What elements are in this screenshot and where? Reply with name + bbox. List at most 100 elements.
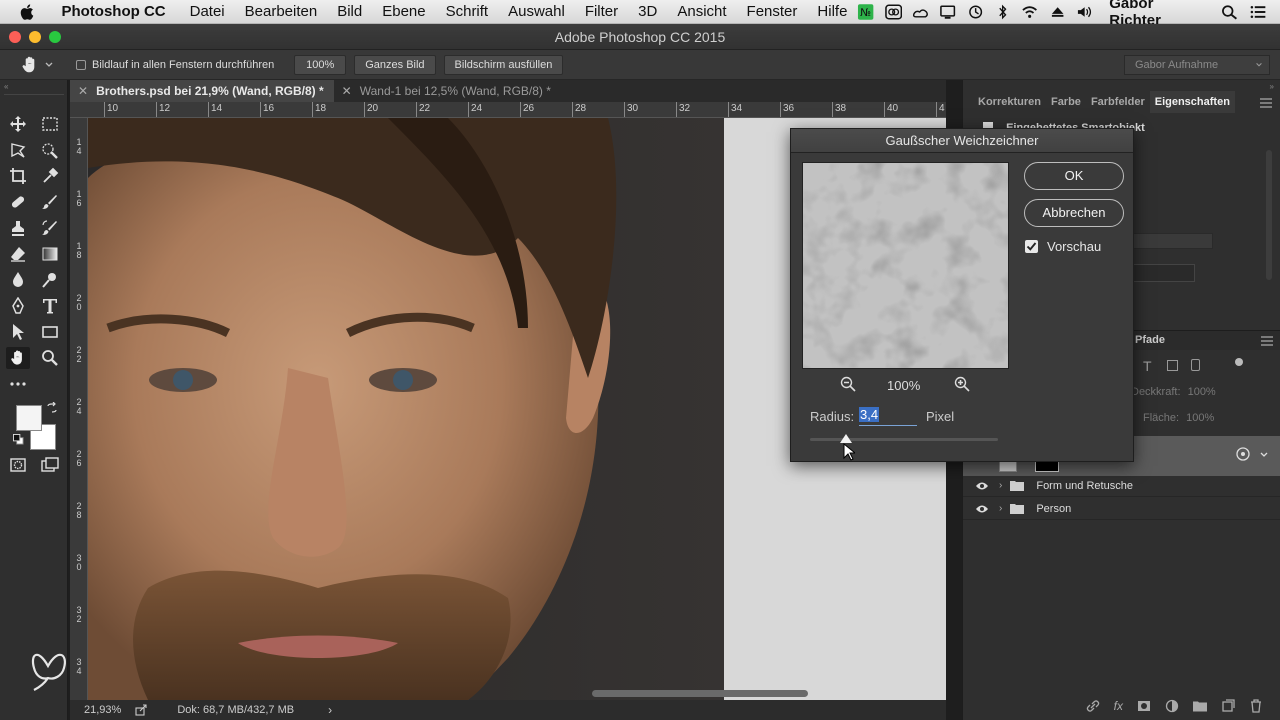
app-menu[interactable]: Photoshop CC [51,3,179,20]
hand-tool-preset-icon[interactable] [20,55,40,75]
menu-datei[interactable]: Datei [180,3,235,20]
properties-scrollbar[interactable] [1266,150,1272,280]
history-brush-tool[interactable] [38,217,62,239]
zoom-level[interactable]: 21,93% [84,704,121,716]
quick-selection-tool[interactable] [38,139,62,161]
menu-schrift[interactable]: Schrift [436,3,499,20]
eye-icon[interactable] [975,481,989,491]
workspace-select[interactable]: Gabor Aufnahme [1124,55,1270,75]
close-tab-icon[interactable]: ✕ [342,84,352,98]
path-selection-tool[interactable] [6,321,30,343]
close-window-button[interactable] [9,31,21,43]
marquee-tool[interactable] [38,113,62,135]
doctab-wand[interactable]: ✕ Wand-1 bei 12,5% (Wand, RGB/8) * [334,80,561,102]
eject-icon[interactable] [1049,4,1066,20]
tab-eigenschaften[interactable]: Eigenschaften [1149,91,1235,113]
tab-farbe[interactable]: Farbe [1046,96,1086,108]
tab-pfade[interactable]: Pfade [1135,334,1165,346]
trash-icon[interactable] [1249,699,1263,713]
radius-input[interactable]: 3,4 [859,406,917,426]
tab-korrekturen[interactable]: Korrekturen [973,96,1046,108]
preview-checkbox[interactable] [1025,240,1038,253]
collapse-panels-icon[interactable]: » [1270,82,1274,91]
menu-hilfe[interactable]: Hilfe [807,3,857,20]
bluetooth-icon[interactable] [994,4,1011,20]
pen-tool[interactable] [6,295,30,317]
edit-toolbar-button[interactable] [6,373,30,395]
menu-fenster[interactable]: Fenster [737,3,808,20]
tab-farbfelder[interactable]: Farbfelder [1086,96,1150,108]
menu-bild[interactable]: Bild [327,3,372,20]
creative-cloud-icon[interactable] [884,3,902,20]
time-machine-icon[interactable] [967,4,984,20]
quick-mask-button[interactable] [6,454,30,476]
clone-stamp-tool[interactable] [6,217,30,239]
swap-colors-icon[interactable] [46,402,58,414]
volume-icon[interactable] [1076,4,1093,20]
notification-center-icon[interactable] [1249,4,1266,20]
chevron-down-icon[interactable] [1259,450,1269,460]
expand-group-icon[interactable]: › [999,503,1002,514]
zoom-tool[interactable] [38,347,62,369]
menu-ansicht[interactable]: Ansicht [667,3,736,20]
filter-toggle-icon[interactable] [1235,358,1243,366]
cancel-button[interactable]: Abbrechen [1024,199,1124,227]
ok-button[interactable]: OK [1024,162,1124,190]
share-icon[interactable] [135,704,147,716]
new-group-icon[interactable] [1193,699,1207,713]
display-icon[interactable] [939,4,956,20]
link-layers-icon[interactable] [1086,699,1100,713]
opacity-value[interactable]: 100% [1188,386,1216,398]
menu-filter[interactable]: Filter [575,3,628,20]
cloud-sync-icon[interactable] [912,4,929,20]
doctab-brothers[interactable]: ✕ Brothers.psd bei 21,9% (Wand, RGB/8) * [70,80,334,102]
adjustment-layer-icon[interactable] [1165,699,1179,713]
menu-ebene[interactable]: Ebene [372,3,435,20]
crop-tool[interactable] [6,165,30,187]
brush-tool[interactable] [38,191,62,213]
evernote-icon[interactable]: № [857,3,874,20]
type-tool[interactable] [38,295,62,317]
zoom-100-button[interactable]: 100% [294,54,347,75]
smart-filter-icon[interactable] [1235,446,1251,462]
zoom-in-icon[interactable] [954,376,970,392]
properties-field[interactable] [1133,264,1195,282]
menu-3d[interactable]: 3D [628,3,667,20]
rectangle-tool[interactable] [38,321,62,343]
wifi-icon[interactable] [1021,4,1038,20]
layer-row[interactable]: › Person [963,498,1280,520]
expand-group-icon[interactable]: › [999,480,1002,491]
fill-screen-button[interactable]: Bildschirm ausfüllen [443,54,564,75]
scroll-all-windows-checkbox[interactable] [76,59,86,70]
radius-slider-track[interactable] [810,438,998,441]
shape-filter-icon[interactable] [1167,360,1178,371]
fill-value[interactable]: 100% [1186,412,1214,424]
filter-preview[interactable] [802,162,1009,369]
smart-object-filter-icon[interactable] [1191,359,1200,371]
new-layer-icon[interactable] [1221,699,1235,713]
foreground-color-swatch[interactable] [16,405,42,431]
gradient-tool[interactable] [38,243,62,265]
healing-brush-tool[interactable] [6,191,30,213]
properties-dropdown[interactable] [1133,233,1213,249]
lasso-tool[interactable] [6,139,30,161]
blur-tool[interactable] [6,269,30,291]
screen-mode-button[interactable] [38,454,62,476]
chevron-down-icon[interactable] [44,60,54,70]
eraser-tool[interactable] [6,243,30,265]
eyedropper-tool[interactable] [38,165,62,187]
minimize-window-button[interactable] [29,31,41,43]
close-tab-icon[interactable]: ✕ [78,84,88,98]
layer-row[interactable]: › Form und Retusche [963,475,1280,497]
eye-icon[interactable] [975,504,989,514]
dodge-tool[interactable] [38,269,62,291]
fit-screen-button[interactable]: Ganzes Bild [354,54,436,75]
status-menu-chevron-icon[interactable]: › [328,703,332,717]
move-tool[interactable] [6,113,30,135]
panel-menu-icon[interactable] [1261,336,1273,346]
menu-auswahl[interactable]: Auswahl [498,3,575,20]
radius-slider-thumb[interactable] [839,434,852,443]
fx-icon[interactable]: fx [1114,699,1123,713]
type-filter-icon[interactable]: T [1143,358,1152,374]
zoom-out-icon[interactable] [840,376,856,392]
